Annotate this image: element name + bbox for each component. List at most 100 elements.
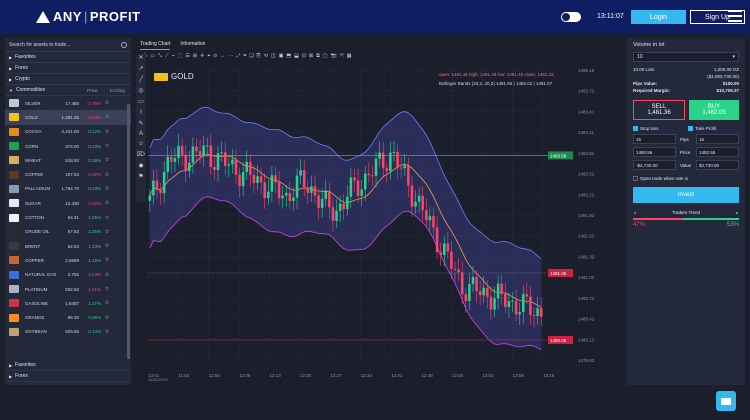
star-icon[interactable]: ☆ — [101, 315, 113, 321]
invest-button[interactable]: Invest — [633, 187, 739, 203]
asset-row[interactable]: GOLD 1,481.35 -0.04% ☆ — [5, 110, 131, 125]
star-icon[interactable]: ☆ — [101, 129, 113, 135]
star-icon[interactable]: ☆ — [101, 114, 113, 120]
toolbar-tool-icon[interactable]: ✛ — [200, 53, 204, 62]
category-forex[interactable]: ▶ Forex — [5, 63, 131, 74]
search-icon[interactable] — [121, 41, 127, 48]
stop-loss-pips-input[interactable]: 15 — [633, 134, 676, 144]
drawing-tool-icon[interactable]: ☺ — [138, 141, 144, 147]
toolbar-tool-icon[interactable]: ⊙ — [213, 53, 217, 62]
asset-row[interactable]: COPPER 2.6669 1.16% ☆ — [5, 253, 131, 267]
toolbar-tool-icon[interactable]: ⌗ — [243, 53, 246, 62]
asset-row[interactable]: CORN 374.00 0.13% ☆ — [5, 139, 131, 153]
toolbar-tool-icon[interactable]: ⬚ — [178, 53, 183, 62]
toolbar-tool-icon[interactable]: ▦ — [347, 53, 352, 62]
toolbar-tool-icon[interactable]: ◫ — [271, 53, 276, 62]
star-icon[interactable]: ☆ — [101, 329, 113, 335]
asset-row[interactable]: COTTON 64.31 1.06% ☆ — [5, 210, 131, 224]
toolbar-tool-icon[interactable]: ⟋ — [165, 53, 169, 62]
toolbar-tool-icon[interactable]: ⊞ — [193, 53, 197, 62]
asset-row[interactable]: CRUDE OIL 57.83 1.25% ☆ — [5, 225, 131, 239]
drawing-tool-icon[interactable]: A — [139, 131, 143, 137]
toolbar-tool-icon[interactable]: ⊡ — [302, 53, 306, 62]
drawing-tool-icon[interactable]: ✎ — [138, 120, 143, 127]
asset-row[interactable]: PLATINUM 932.60 -1.61% ☆ — [5, 282, 131, 296]
asset-row[interactable]: GASOLINE 1.6487 1.27% ☆ — [5, 296, 131, 310]
toolbar-tool-icon[interactable]: ⧉ — [316, 53, 320, 62]
star-icon[interactable]: ☆ — [101, 243, 113, 249]
toolbar-tool-icon[interactable]: ⬒ — [286, 53, 291, 62]
theme-toggle[interactable] — [561, 12, 581, 22]
toolbar-tool-icon[interactable]: ⎘ — [257, 53, 261, 62]
star-icon[interactable]: ☆ — [101, 157, 113, 163]
toolbar-tool-icon[interactable]: ⟲ — [264, 53, 268, 62]
price-chart[interactable]: 1485.18 1483.72 1483.41 1483.11 1482.81 1482.… — [148, 64, 608, 382]
toolbar-tool-icon[interactable]: ⤧ — [340, 53, 344, 62]
star-icon[interactable]: ☆ — [101, 229, 113, 235]
drawing-tool-icon[interactable]: ╱ — [139, 76, 143, 83]
category-crypto[interactable]: ▶ Crypto — [5, 74, 131, 85]
scrollbar[interactable] — [127, 104, 130, 359]
toolbar-tool-icon[interactable]: ▢ — [323, 53, 328, 62]
asset-row[interactable]: COCOA 2,441.00 0.12% ☆ — [5, 125, 131, 139]
toolbar-tool-icon[interactable]: ⬓ — [294, 53, 299, 62]
asset-search[interactable]: Search for assets to trade... — [5, 38, 131, 52]
sell-button[interactable]: SELL 1,481.36 — [633, 100, 685, 120]
drawing-tool-icon[interactable]: ⚑ — [138, 173, 143, 180]
toolbar-tool-icon[interactable]: ⌁ — [172, 53, 175, 62]
volume-select[interactable]: 10 — [633, 52, 739, 62]
asset-row[interactable]: WHEAT 518.50 0.39% ☆ — [5, 153, 131, 167]
star-icon[interactable]: ☆ — [101, 300, 113, 306]
asset-row[interactable]: COFFEE 107.54 -0.32% ☆ — [5, 167, 131, 181]
asset-row[interactable]: NATURAL GAS 2.765 -2.43% ☆ — [5, 268, 131, 282]
login-button[interactable]: Login — [631, 10, 686, 24]
asset-row[interactable]: SUGAR 12.430 -2.46% ☆ — [5, 196, 131, 210]
category-stocks[interactable]: ▶ Favorites — [5, 360, 131, 371]
drawing-tool-icon[interactable]: ◆ — [139, 162, 144, 169]
toolbar-tool-icon[interactable]: ▭ — [150, 53, 155, 62]
category-commodities[interactable]: ▼ Commodities Price D.Chng — [5, 85, 131, 96]
tab-trading-chart[interactable]: Trading Chart — [140, 41, 171, 50]
star-icon[interactable]: ☆ — [101, 100, 113, 106]
toolbar-tool-icon[interactable]: ↔ — [220, 53, 225, 62]
take-profit-checkbox[interactable]: Take Profit — [688, 126, 739, 131]
open-trade-when-checkbox[interactable]: Open trade when rate is — [633, 176, 739, 181]
asset-row[interactable]: PALLADIUM 1,764.70 0.13% ☆ — [5, 182, 131, 196]
star-icon[interactable]: ☆ — [101, 172, 113, 178]
toolbar-tool-icon[interactable]: ⤡ — [158, 53, 162, 62]
take-profit-pips-input[interactable]: 15 — [696, 134, 739, 144]
star-icon[interactable]: ☆ — [101, 200, 113, 206]
star-icon[interactable]: ☆ — [101, 272, 113, 278]
search-input[interactable]: Search for assets to trade... — [9, 42, 121, 48]
stop-loss-price-input[interactable]: 1480.56 — [633, 147, 676, 157]
drawing-tool-icon[interactable]: ⌇ — [140, 109, 143, 116]
toolbar-tool-icon[interactable]: ☰ — [185, 53, 189, 62]
category-indices[interactable]: ▶ Forex — [5, 371, 131, 382]
stop-loss-checkbox[interactable]: Stop loss — [633, 126, 684, 131]
category-favorites[interactable]: ▶ Favorites — [5, 52, 131, 63]
drawing-tool-icon[interactable]: ◎ — [138, 87, 143, 94]
asset-row[interactable]: ORANGE 96.30 0.06% ☆ — [5, 310, 131, 324]
take-profit-price-input[interactable]: 1482.55 — [696, 147, 739, 157]
buy-button[interactable]: BUY 1,482.05 — [689, 100, 739, 120]
asset-row[interactable]: BRENT 62.54 1.23% ☆ — [5, 239, 131, 253]
toolbar-tool-icon[interactable]: ⤢ — [236, 53, 240, 62]
star-icon[interactable]: ☆ — [101, 215, 113, 221]
tab-information[interactable]: Information — [180, 41, 205, 50]
drawing-tool-icon[interactable]: ⌦ — [137, 151, 145, 158]
toolbar-tool-icon[interactable]: 📷 — [331, 53, 337, 62]
star-icon[interactable]: ☆ — [101, 143, 113, 149]
drawing-tool-icon[interactable]: ▭ — [138, 98, 144, 105]
hamburger-menu-icon[interactable] — [728, 10, 742, 22]
drawing-tool-icon[interactable]: ✕ — [138, 54, 143, 61]
logo[interactable]: ANY | PROFIT — [36, 9, 141, 24]
asset-row[interactable]: SILVER 17.465 -2.76% ☆ — [5, 96, 131, 110]
star-icon[interactable]: ☆ — [101, 186, 113, 192]
toolbar-tool-icon[interactable]: ❏ — [249, 53, 253, 62]
toolbar-tool-icon[interactable]: ⋯ — [228, 53, 233, 62]
star-icon[interactable]: ☆ — [101, 286, 113, 292]
chat-icon[interactable] — [716, 391, 736, 411]
toolbar-tool-icon[interactable]: ⌖ — [207, 53, 210, 62]
star-icon[interactable]: ☆ — [101, 257, 113, 263]
drawing-tool-icon[interactable]: ↗ — [138, 65, 143, 72]
